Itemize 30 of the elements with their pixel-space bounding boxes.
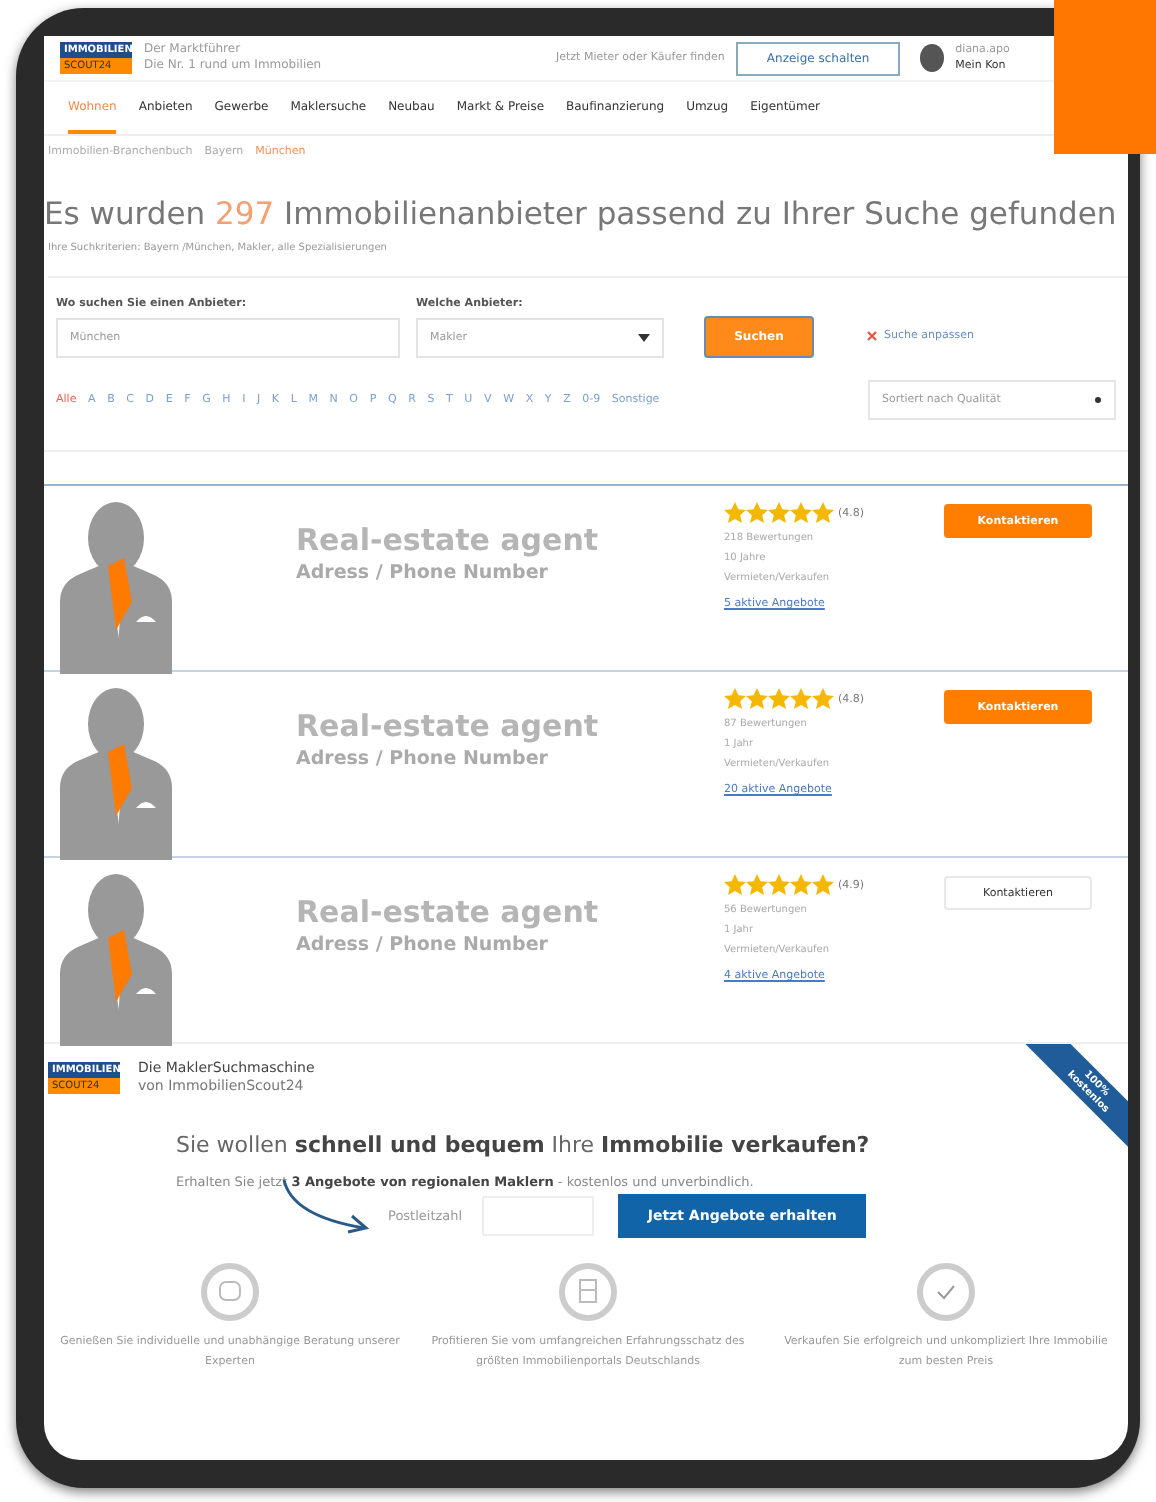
- promo-headline: Sie wollen schnell und bequem Ihre Immobilie verkaufen?: [176, 1132, 872, 1158]
- agent-name[interactable]: Real-estate agent: [296, 522, 724, 558]
- results-heading: Es wurden 297 Immobilienanbieter passend zu Ihrer Suche gefunden: [44, 196, 1119, 232]
- document-icon: [558, 1262, 618, 1322]
- agent-name[interactable]: Real-estate agent: [296, 894, 724, 930]
- caret-icon: [638, 334, 650, 342]
- caret-icon: [1094, 396, 1102, 404]
- star-icon: [790, 688, 812, 710]
- star-icon: [746, 874, 768, 896]
- star-icon: [812, 874, 834, 896]
- star-icon: [812, 688, 834, 710]
- star-icon: [724, 688, 746, 710]
- star-icon: [724, 502, 746, 524]
- star-icon: [746, 502, 768, 524]
- star-icon: [790, 502, 812, 524]
- agent-name[interactable]: Real-estate agent: [296, 708, 724, 744]
- close-icon: [866, 330, 878, 342]
- agent-contact: Adress / Phone Number: [296, 562, 550, 584]
- agent-contact: Adress / Phone Number: [296, 934, 550, 956]
- agent-contact: Adress / Phone Number: [296, 748, 550, 770]
- star-icon: [768, 874, 790, 896]
- star-icon: [812, 502, 834, 524]
- star-icon: [724, 874, 746, 896]
- checkmark-icon: [916, 1262, 976, 1322]
- star-icon: [746, 688, 768, 710]
- star-icon: [768, 502, 790, 524]
- star-icon: [790, 874, 812, 896]
- speech-bubble-icon: [200, 1262, 260, 1322]
- user-avatar[interactable]: [919, 44, 944, 72]
- star-icon: [768, 688, 790, 710]
